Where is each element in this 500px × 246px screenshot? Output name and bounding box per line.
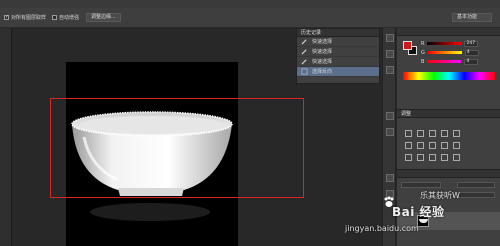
threshold-icon[interactable] xyxy=(429,154,436,161)
black-white-icon[interactable] xyxy=(429,142,436,149)
selection-marquee xyxy=(50,98,304,198)
blue-channel-row: B 4 xyxy=(421,58,479,65)
quick-select-icon xyxy=(301,59,307,65)
blue-slider[interactable] xyxy=(427,60,462,63)
color-spectrum-bar[interactable] xyxy=(403,72,495,80)
green-channel-label: G xyxy=(421,49,425,56)
history-tab[interactable]: 历史记录 xyxy=(297,29,379,37)
quick-select-icon xyxy=(301,39,307,45)
hue-saturation-icon[interactable] xyxy=(405,142,412,149)
auto-enhance-label: 自动增强 xyxy=(59,15,80,21)
history-item-label: 快速选择 xyxy=(312,39,333,45)
adjustment-icons-grid xyxy=(405,130,465,161)
history-item-label: 选择反向 xyxy=(312,69,333,75)
sample-all-layers-checkbox[interactable]: ✓ xyxy=(4,15,9,20)
adjustments-panel-icon[interactable] xyxy=(386,112,394,120)
blue-value-field[interactable]: 4 xyxy=(464,58,479,65)
green-value-field[interactable]: 4 xyxy=(464,49,479,56)
history-item[interactable]: 快速选择 xyxy=(297,37,379,47)
history-item-active[interactable]: 选择反向 xyxy=(297,67,379,77)
layers-tab[interactable] xyxy=(397,170,500,178)
adjustments-panel: 调整 xyxy=(397,109,500,169)
history-item[interactable]: 快速选择 xyxy=(297,47,379,57)
levels-icon[interactable] xyxy=(417,130,424,137)
workspace-switcher[interactable]: 基本功能 xyxy=(452,13,492,22)
blend-mode-select[interactable] xyxy=(401,182,441,188)
channel-mixer-icon[interactable] xyxy=(453,142,460,149)
posterize-icon[interactable] xyxy=(417,154,424,161)
red-channel-label: R xyxy=(421,40,425,47)
watermark-account: 乐其获听W xyxy=(420,191,460,200)
quick-select-icon xyxy=(301,49,307,55)
auto-enhance-option[interactable]: 自动增强 xyxy=(52,14,79,21)
refine-edge-button[interactable]: 调整边缘... xyxy=(86,13,121,22)
adjustments-tab[interactable]: 调整 xyxy=(397,110,500,118)
blue-channel-label: B xyxy=(421,58,425,65)
options-bar: ✓ 对所有图层取样 自动增强 调整边缘... 基本功能 xyxy=(0,8,500,28)
select-inverse-icon xyxy=(301,68,308,75)
red-channel-row: R 247 xyxy=(421,40,479,47)
tools-strip xyxy=(0,28,12,246)
selective-color-icon[interactable] xyxy=(453,154,460,161)
auto-enhance-checkbox[interactable] xyxy=(52,15,57,20)
sample-all-layers-option[interactable]: ✓ 对所有图层取样 xyxy=(4,14,46,21)
menu-bar xyxy=(0,0,500,8)
red-slider[interactable] xyxy=(427,42,462,45)
opacity-field[interactable] xyxy=(457,182,495,188)
gradient-map-icon[interactable] xyxy=(441,154,448,161)
history-item-label: 快速选择 xyxy=(312,59,333,65)
photo-filter-icon[interactable] xyxy=(441,142,448,149)
history-panel: 历史记录 快速选择 快速选择 快速选择 选择反向 xyxy=(296,28,380,84)
properties-panel-icon[interactable] xyxy=(386,128,394,136)
styles-panel-icon[interactable] xyxy=(386,66,394,74)
fill-field[interactable] xyxy=(457,192,495,198)
watermark-url: jingyan.baidu.com xyxy=(345,224,419,233)
color-panel-tab[interactable] xyxy=(397,28,500,36)
invert-icon[interactable] xyxy=(405,154,412,161)
curves-icon[interactable] xyxy=(429,130,436,137)
green-channel-row: G 4 xyxy=(421,49,479,56)
history-item-label: 快速选择 xyxy=(312,49,333,55)
exposure-icon[interactable] xyxy=(441,130,448,137)
foreground-color-swatch[interactable] xyxy=(403,41,412,50)
swatches-panel-icon[interactable] xyxy=(386,50,394,58)
red-value-field[interactable]: 247 xyxy=(464,40,479,47)
green-slider[interactable] xyxy=(427,51,462,54)
watermark-brand: Bai 经验 xyxy=(392,205,445,219)
brightness-icon[interactable] xyxy=(405,130,412,137)
color-panel-icon[interactable] xyxy=(386,34,394,42)
sample-all-layers-label: 对所有图层取样 xyxy=(11,15,47,21)
layers-panel-icon[interactable] xyxy=(386,174,394,182)
color-balance-icon[interactable] xyxy=(417,142,424,149)
vibrance-icon[interactable] xyxy=(453,130,460,137)
history-item[interactable]: 快速选择 xyxy=(297,57,379,67)
